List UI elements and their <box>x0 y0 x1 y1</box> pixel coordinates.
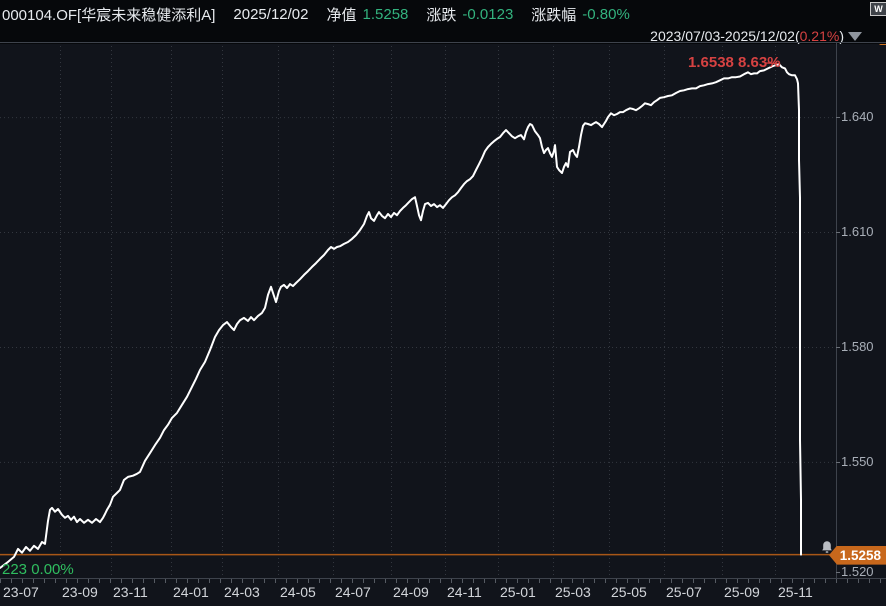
time-axis-label: 24-05 <box>280 584 316 600</box>
time-axis-label: 25-05 <box>611 584 647 600</box>
time-axis-label: 24-07 <box>335 584 371 600</box>
time-axis-label: 24-11 <box>447 584 482 600</box>
time-axis-label: 25-07 <box>666 584 702 600</box>
price-scale-label: 1.550 <box>841 454 885 469</box>
time-axis-label: 25-01 <box>500 584 536 600</box>
time-axis-label: 23-09 <box>62 584 98 600</box>
price-scale-label: 1.520 <box>841 564 885 579</box>
price-scale-label: 1.610 <box>841 224 885 239</box>
price-scale-label: 1.580 <box>841 339 885 354</box>
nav-series-line <box>0 64 801 568</box>
time-axis-label: 25-03 <box>555 584 591 600</box>
time-axis-label: 23-07 <box>3 584 39 600</box>
time-axis-label: 25-11 <box>778 584 813 600</box>
time-axis-label: 24-01 <box>173 584 209 600</box>
nav-line-chart[interactable] <box>0 0 886 606</box>
time-axis-label: 24-03 <box>224 584 260 600</box>
price-scale-label: 1.640 <box>841 109 885 124</box>
time-axis-label: 25-09 <box>724 584 760 600</box>
peak-annotation: 1.6538 8.63% <box>688 54 781 71</box>
start-value-annotation: 223 0.00% <box>2 561 74 578</box>
minor-tick-strip <box>0 579 886 583</box>
time-axis-label: 23-11 <box>113 584 148 600</box>
fund-nav-chart-window: 000104.OF[华宸未来稳健添利A] 2025/12/02 净值 1.525… <box>0 0 886 606</box>
time-axis-label: 24-09 <box>393 584 429 600</box>
last-price-badge[interactable]: 1.5258 <box>829 546 886 565</box>
